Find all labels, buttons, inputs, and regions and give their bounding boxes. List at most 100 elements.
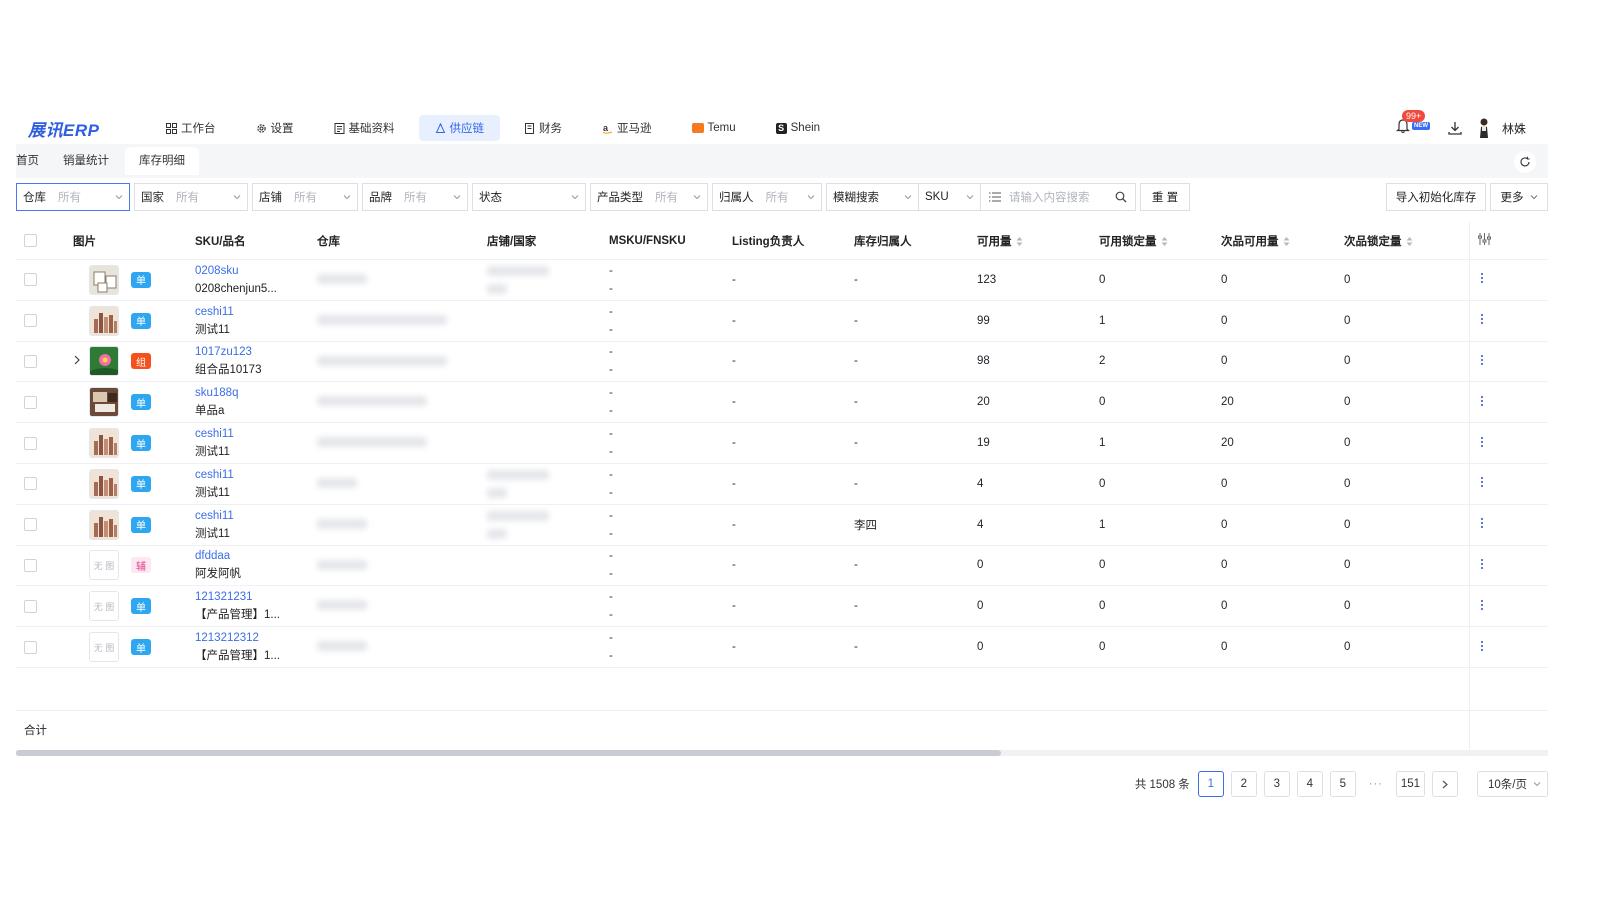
table-row[interactable]: 无 图辅 dfddaa 阿发阿帆 - - - -0 0 0 0 (16, 546, 1548, 587)
row-actions-button[interactable] (1480, 640, 1484, 655)
page-size-select[interactable]: 10条/页 (1477, 771, 1548, 797)
product-thumbnail[interactable] (89, 509, 119, 540)
owner-select[interactable]: 归属人 所有 (712, 183, 822, 211)
row-checkbox[interactable] (24, 599, 37, 613)
stock-owner-cell: - (854, 314, 858, 327)
row-actions-button[interactable] (1480, 517, 1484, 532)
refresh-button[interactable] (1514, 151, 1536, 173)
notification-button[interactable]: 99+ NEW (1396, 110, 1430, 137)
sku-code-link[interactable]: 0208sku (195, 262, 285, 280)
col-defective-locked[interactable]: 次品锁定量 (1344, 233, 1413, 249)
sku-code-link[interactable]: 121321231 (195, 588, 285, 606)
col-available-locked[interactable]: 可用锁定量 (1099, 233, 1168, 249)
row-actions-button[interactable] (1480, 436, 1484, 451)
tab-sales-stats[interactable]: 销量统计 (51, 147, 121, 175)
row-checkbox[interactable] (24, 640, 37, 654)
msku-value: - (609, 387, 613, 400)
fuzzy-mode-select[interactable]: 模糊搜索 (827, 184, 919, 210)
table-row[interactable]: 组 1017zu123 组合品10173- - - -98 2 0 0 (16, 342, 1548, 383)
row-actions-button[interactable] (1480, 354, 1484, 369)
nav-item-document[interactable]: 基础资料 (318, 115, 411, 141)
row-checkbox[interactable] (24, 436, 37, 450)
nav-item-supply-chain[interactable]: 供应链 (418, 115, 500, 141)
table-row[interactable]: 单 0208sku 0208chenjun5... - - - -123 0 0 0 (16, 260, 1548, 301)
row-checkbox[interactable] (24, 558, 37, 572)
sku-code-link[interactable]: 1213212312 (195, 629, 285, 647)
search-icon[interactable] (1115, 191, 1127, 203)
product-thumbnail[interactable] (89, 428, 119, 459)
store-select[interactable]: 店铺 所有 (252, 183, 358, 211)
download-icon[interactable] (1446, 119, 1464, 137)
row-checkbox[interactable] (24, 354, 37, 368)
page-5[interactable]: 5 (1329, 771, 1356, 797)
row-actions-button[interactable] (1480, 558, 1484, 573)
nav-item-amazon[interactable]: a 亚马逊 (586, 115, 668, 141)
more-button[interactable]: 更多 (1490, 183, 1548, 211)
warehouse-select[interactable]: 仓库 所有 (16, 183, 130, 211)
country-select[interactable]: 国家 所有 (134, 183, 248, 211)
row-checkbox[interactable] (24, 518, 37, 532)
avatar[interactable] (1476, 117, 1492, 139)
page-last[interactable]: 151 (1395, 771, 1425, 797)
status-select[interactable]: 状态 (472, 183, 586, 211)
product-type-select[interactable]: 产品类型 所有 (590, 183, 708, 211)
brand-select[interactable]: 品牌 所有 (362, 183, 468, 211)
reset-button[interactable]: 重 置 (1140, 183, 1190, 211)
row-actions-button[interactable] (1480, 599, 1484, 614)
tab-home[interactable]: 首页 (16, 147, 51, 175)
table-row[interactable]: 单 ceshi11 测试11- - - -4 0 0 0 (16, 464, 1548, 505)
username[interactable]: 林姝 (1502, 120, 1526, 137)
row-checkbox[interactable] (24, 477, 37, 491)
app-logo[interactable]: 展讯ERP (28, 116, 150, 141)
page-ellipsis[interactable]: ··· (1362, 771, 1389, 797)
sku-code-link[interactable]: dfddaa (195, 547, 285, 565)
table-row[interactable]: 单 ceshi11 测试11- - - -99 1 0 0 (16, 301, 1548, 342)
tab-inventory-detail[interactable]: 库存明细 (125, 147, 199, 175)
row-actions-button[interactable] (1480, 395, 1484, 410)
sku-code-link[interactable]: sku188q (195, 384, 285, 402)
row-actions-button[interactable] (1480, 272, 1484, 287)
table-row[interactable]: 无 图单 121321231 【产品管理】1... - - - -0 0 0 0 (16, 586, 1548, 628)
table-row[interactable]: 无 图单 1213212312 【产品管理】1... - - - -0 0 0 0 (16, 627, 1548, 668)
import-initial-stock-button[interactable]: 导入初始化库存 (1386, 183, 1486, 211)
sku-code-link[interactable]: ceshi11 (195, 303, 285, 321)
col-available[interactable]: 可用量 (977, 233, 1023, 249)
product-thumbnail[interactable] (89, 346, 119, 377)
col-defective-available[interactable]: 次品可用量 (1221, 233, 1290, 249)
row-checkbox[interactable] (24, 273, 37, 287)
table-row[interactable]: 单 ceshi11 测试11- - - 李四 4 1 0 0 (16, 505, 1548, 546)
column-settings-button[interactable] (1478, 233, 1491, 248)
row-actions-button[interactable] (1480, 476, 1484, 491)
page-2[interactable]: 2 (1230, 771, 1257, 797)
product-thumbnail[interactable] (89, 387, 119, 418)
page-3[interactable]: 3 (1263, 771, 1290, 797)
nav-item-temu[interactable]: Temu (676, 115, 752, 141)
scrollbar-thumb[interactable] (16, 749, 1001, 756)
table-row[interactable]: 单 sku188q 单品a - - - -20 0 20 0 (16, 382, 1548, 424)
sku-code-link[interactable]: ceshi11 (195, 425, 285, 443)
search-input[interactable]: 请输入内容搜索 (981, 184, 1135, 210)
horizontal-scrollbar[interactable] (16, 749, 1548, 756)
next-page-button[interactable] (1432, 771, 1458, 797)
row-checkbox[interactable] (24, 314, 37, 328)
nav-item-ledger[interactable]: 财务 (508, 115, 578, 141)
list-icon[interactable] (989, 192, 1001, 202)
sku-code-link[interactable]: ceshi11 (195, 507, 285, 525)
product-thumbnail[interactable] (89, 468, 119, 499)
search-field-select[interactable]: SKU (919, 184, 981, 210)
product-thumbnail[interactable] (89, 305, 119, 336)
sku-code-link[interactable]: 1017zu123 (195, 343, 285, 361)
nav-item-gear[interactable]: 设置 (240, 115, 310, 141)
page-4[interactable]: 4 (1296, 771, 1323, 797)
table-row[interactable]: 单 ceshi11 测试11- - - -19 1 20 0 (16, 423, 1548, 464)
row-checkbox[interactable] (24, 395, 37, 409)
page-1[interactable]: 1 (1197, 771, 1224, 797)
sku-code-link[interactable]: ceshi11 (195, 466, 285, 484)
nav-item-grid[interactable]: 工作台 (150, 115, 232, 141)
nav-item-shein[interactable]: S Shein (760, 115, 836, 141)
select-all-checkbox[interactable] (24, 234, 37, 247)
defective-locked-cell: 0 (1344, 559, 1351, 572)
product-thumbnail[interactable] (89, 264, 119, 295)
expand-row-button[interactable] (73, 355, 81, 368)
row-actions-button[interactable] (1480, 313, 1484, 328)
